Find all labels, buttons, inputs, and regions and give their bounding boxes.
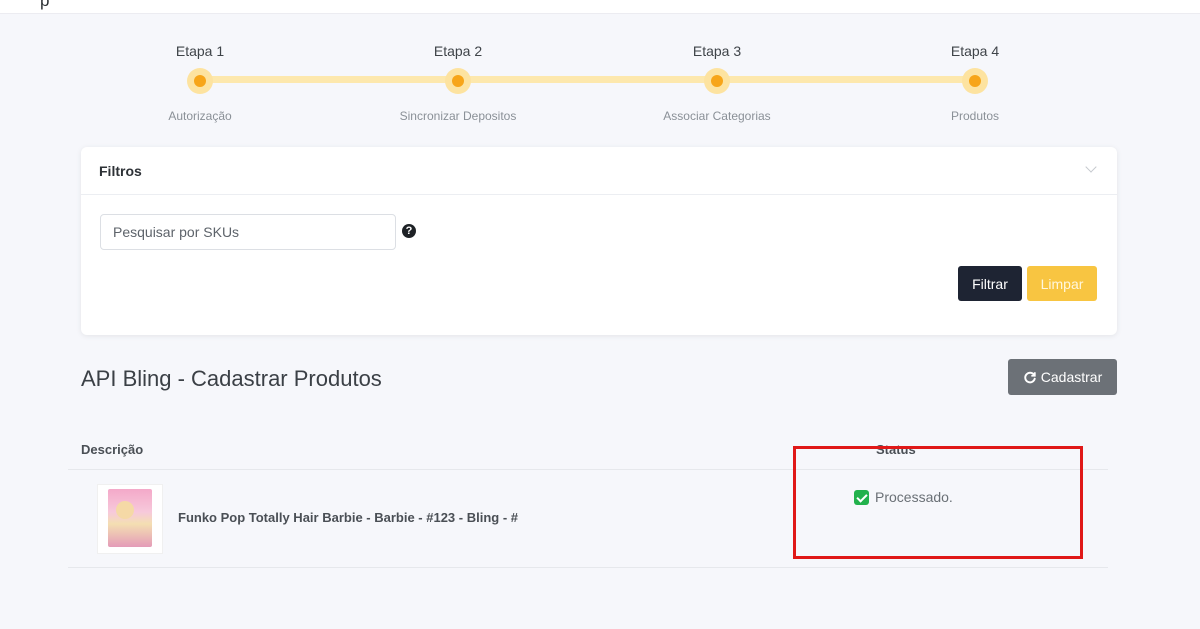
step-title: Etapa 1 [175, 43, 225, 59]
step-subtitle: Autorização [168, 109, 232, 123]
step-dot-icon [187, 68, 213, 94]
step-title: Etapa 4 [950, 43, 1000, 59]
step-subtitle: Sincronizar Depositos [399, 109, 517, 123]
step-title: Etapa 2 [433, 43, 483, 59]
product-thumbnail [97, 484, 163, 554]
refresh-icon [1024, 371, 1036, 384]
step-subtitle: Associar Categorias [663, 109, 771, 123]
filters-card: Filtros ? Filtrar Limpar [81, 147, 1117, 335]
step-dot-icon [445, 68, 471, 94]
step-dot-icon [962, 68, 988, 94]
progress-stepper: Etapa 1 Autorização Etapa 2 Sincronizar … [0, 0, 1200, 140]
page-title: API Bling - Cadastrar Produtos [81, 366, 382, 391]
sku-search-input[interactable] [100, 214, 396, 250]
filters-title: Filtros [99, 163, 142, 179]
step-title: Etapa 3 [692, 43, 742, 59]
filters-header[interactable]: Filtros [81, 147, 1117, 195]
stepper-track [200, 76, 975, 83]
register-label: Cadastrar [1040, 369, 1103, 385]
help-icon[interactable]: ? [402, 224, 416, 238]
step-subtitle: Produtos [950, 109, 1000, 123]
product-description: Funko Pop Totally Hair Barbie - Barbie -… [178, 510, 518, 525]
product-figure-image [116, 501, 134, 519]
register-button[interactable]: Cadastrar [1008, 359, 1117, 395]
chevron-down-icon[interactable] [1085, 161, 1097, 173]
step-dot-icon [704, 68, 730, 94]
product-box-image [108, 489, 152, 547]
clear-button[interactable]: Limpar [1027, 266, 1097, 301]
table-row-divider [68, 567, 1108, 568]
column-header-description: Descrição [81, 442, 144, 457]
highlight-annotation [793, 446, 1083, 559]
filter-button[interactable]: Filtrar [958, 266, 1022, 301]
